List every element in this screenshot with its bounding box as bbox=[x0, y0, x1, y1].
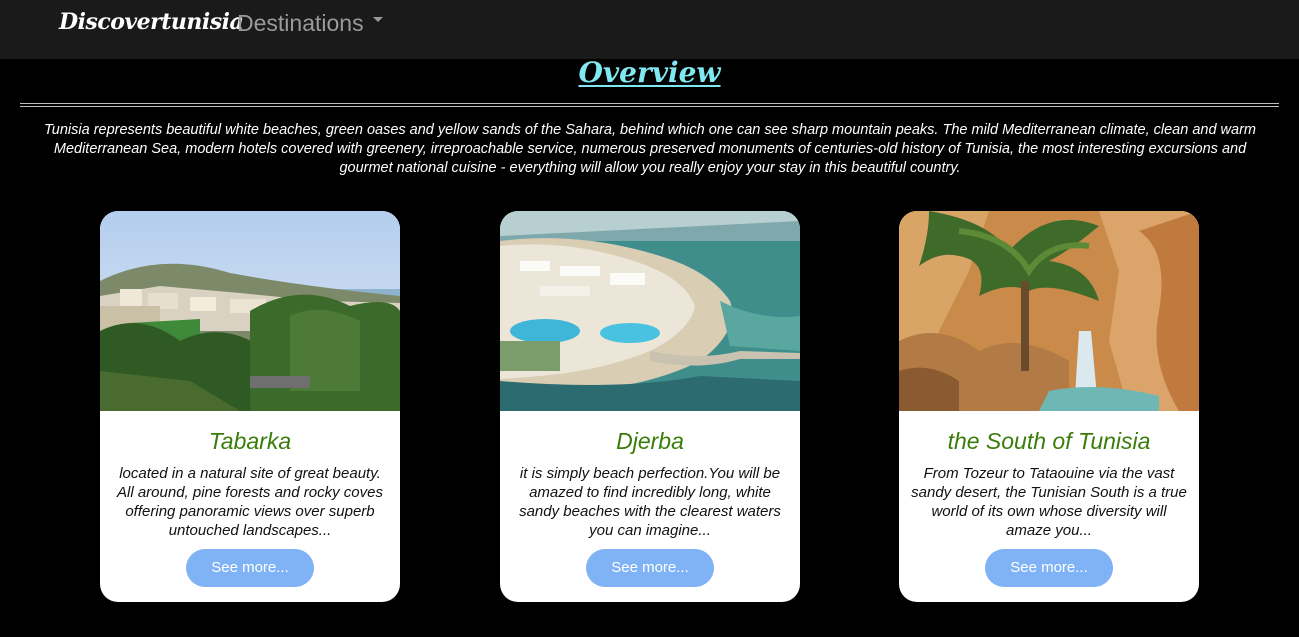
tabarka-image bbox=[100, 211, 400, 411]
navbar: Discovertunisia Destinations bbox=[0, 0, 1299, 59]
card-title: the South of Tunisia bbox=[947, 428, 1151, 454]
card-title: Tabarka bbox=[208, 428, 292, 454]
overview-title: Overview bbox=[578, 56, 721, 89]
card-title: Djerba bbox=[616, 428, 684, 454]
djerba-image bbox=[500, 211, 800, 411]
south-tunisia-image bbox=[899, 211, 1199, 411]
overview-text: Tunisia represents beautiful white beach… bbox=[44, 122, 1256, 176]
divider bbox=[20, 103, 1279, 107]
destination-card-djerba: Djerba it is simply beach perfection.You… bbox=[500, 211, 800, 602]
see-more-button[interactable]: See more... bbox=[586, 549, 714, 587]
destinations-dropdown[interactable]: Destinations bbox=[237, 10, 383, 37]
card-description: located in a natural site of great beaut… bbox=[117, 465, 383, 539]
destination-card-tabarka: Tabarka located in a natural site of gre… bbox=[100, 211, 400, 602]
caret-down-icon bbox=[372, 17, 383, 22]
brand-logo[interactable]: Discovertunisia bbox=[59, 9, 244, 35]
destinations-label: Destinations bbox=[237, 10, 364, 36]
see-more-button[interactable]: See more... bbox=[186, 549, 314, 587]
card-description: it is simply beach perfection.You will b… bbox=[519, 465, 781, 539]
destination-card-south: the South of Tunisia From Tozeur to Tata… bbox=[899, 211, 1199, 602]
see-more-button[interactable]: See more... bbox=[985, 549, 1113, 587]
card-description: From Tozeur to Tataouine via the vast sa… bbox=[911, 465, 1187, 539]
